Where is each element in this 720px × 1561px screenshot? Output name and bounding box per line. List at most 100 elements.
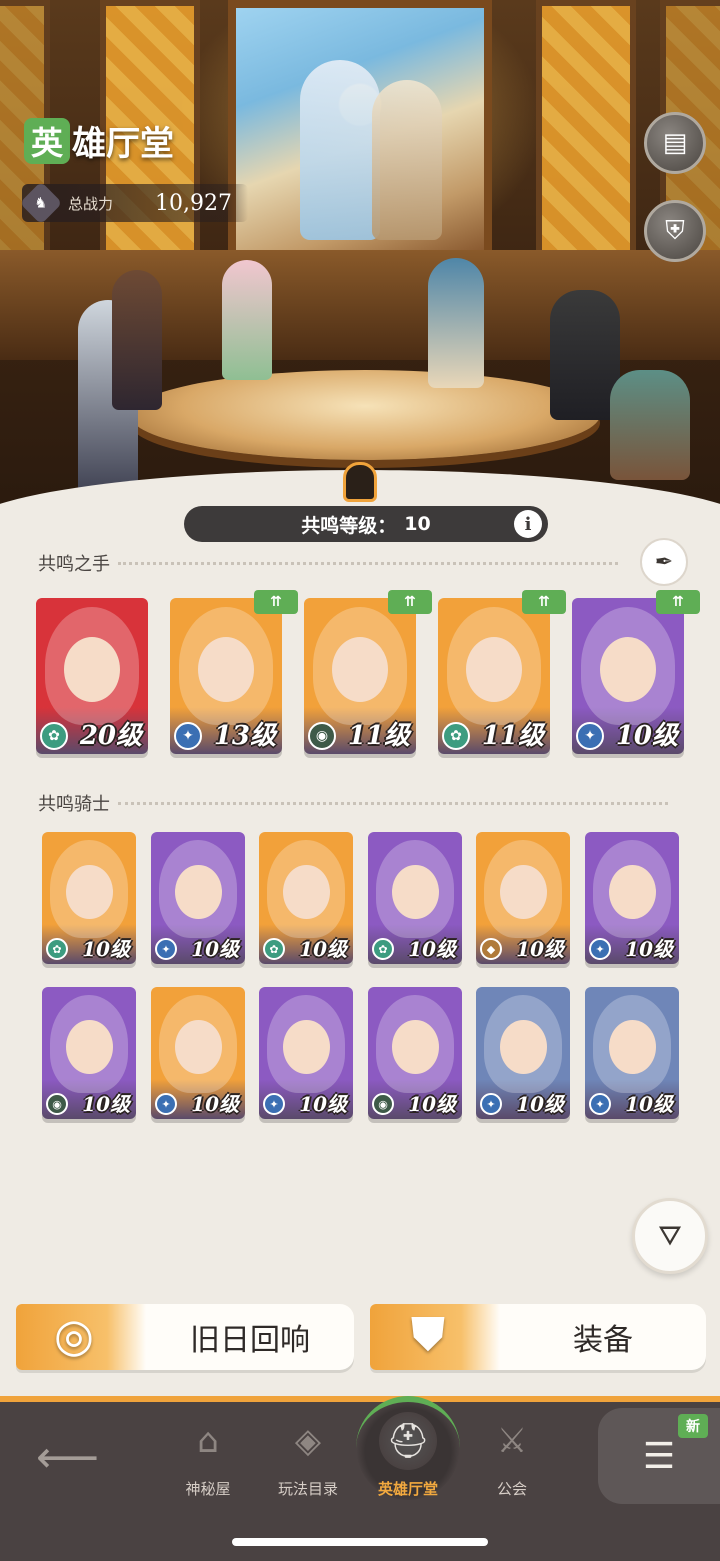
old-echoes-label: 旧日回响 [190,1323,310,1358]
hero-level: 10级 [408,1092,456,1116]
upgrade-arrows-icon: ⇈ [254,590,298,614]
filter-button[interactable]: ⛛ [632,1198,708,1274]
total-power-bar: ♞ 总战力 10,927 [19,181,248,225]
nav-label: 玩法目录 [277,1480,338,1498]
hero-portrait-face [608,864,656,920]
guild-icon: ⚔ [496,1421,528,1461]
hero-card[interactable]: ◆ 10级 [476,832,570,964]
home-indicator[interactable] [232,1538,488,1546]
power-icon: ♞ [19,181,63,225]
leaf-icon: ✿ [46,938,68,960]
hero-character[interactable] [112,270,162,410]
bottom-nav: ⟵ ⌂ 神秘屋 ◈ 玩法目录 ⛑ 英雄厅堂 ⚔ 公会 ☰ 新 [0,1396,720,1561]
armor-icon: ⛨ [665,215,685,246]
quill-icon: ✒ [654,549,674,575]
section-hands-label: 共鸣之手 [38,554,110,575]
nav-guild[interactable]: ⚔ 公会 [462,1412,562,1512]
hero-portrait-face [499,1019,547,1075]
hero-card[interactable]: ◉ 10级 [368,987,462,1119]
eye-icon: ◉ [46,1093,68,1115]
codex-book-button[interactable]: ▤ [644,112,706,174]
hero-character[interactable] [610,370,690,480]
hero-level: 10级 [516,1092,564,1116]
menu-button[interactable]: ☰ 新 [598,1408,720,1504]
star-icon: ✦ [576,722,604,750]
hero-portrait-face [466,637,522,703]
hero-level: 10级 [82,1092,130,1116]
dotted-divider [118,801,668,805]
nav-gameplay-catalog[interactable]: ◈ 玩法目录 [258,1412,358,1512]
leaf-icon: ✿ [372,938,394,960]
mural-figure [372,80,442,240]
hero-portrait-face [174,1019,222,1075]
resonance-level-bar: 共鸣等级： 10 i [184,506,548,542]
nav-hero-hall[interactable]: ⛑ 英雄厅堂 [358,1412,458,1512]
info-icon[interactable]: i [514,510,542,538]
title-badge: 英 [24,117,70,164]
leaf-icon: ✿ [263,938,285,960]
hero-card[interactable]: ✿ 10级 [259,832,353,964]
hero-card[interactable]: ✿ 11级 [438,598,550,754]
book-icon: ▤ [662,128,688,158]
equipment-button[interactable]: ⛊ 装备 [370,1304,706,1370]
hero-level: 10级 [625,937,673,961]
hero-card[interactable]: ✦ 10级 [476,987,570,1119]
hero-level: 10级 [191,1092,239,1116]
mural-figure [300,60,380,240]
star-icon: ✦ [263,1093,285,1115]
house-icon: ⌂ [197,1421,219,1461]
hero-character[interactable] [222,260,272,380]
hero-portrait-face [600,637,656,703]
filter-icon: ⛛ [658,1219,682,1252]
hero-level: 11级 [347,721,410,751]
page-title: 英 雄厅堂 [24,116,174,165]
helmet-emblem-icon [343,462,377,502]
back-arrow-icon[interactable]: ⟵ [36,1432,99,1483]
hero-card[interactable]: ✿ 10级 [368,832,462,964]
hero-portrait-face [198,637,254,703]
hero-portrait-face [65,864,113,920]
stained-window [536,0,636,280]
hero-level: 13级 [213,721,276,751]
resonance-value: 10 [404,513,431,535]
armor-button[interactable]: ⛨ [644,200,706,262]
quill-button[interactable]: ✒ [640,538,688,586]
hero-card[interactable]: ✦ 10级 [151,987,245,1119]
leaf-icon: ✿ [40,722,68,750]
ring-icon: ◎ [53,1308,95,1362]
hero-card[interactable]: ✦ 10级 [151,832,245,964]
nav-mystery-house[interactable]: ⌂ 神秘屋 [158,1412,258,1512]
star-icon: ✦ [480,1093,502,1115]
hero-level: 10级 [191,937,239,961]
power-value: 10,927 [155,190,232,216]
book-lock-icon: ◈ [294,1421,322,1461]
hero-card[interactable]: ✿ 10级 [42,832,136,964]
hero-card[interactable]: ✦ 10级 [572,598,684,754]
upgrade-arrows-icon: ⇈ [522,590,566,614]
resonance-label: 共鸣等级： [301,514,397,537]
star-icon: ✦ [155,938,177,960]
hero-card[interactable]: ◉ 10级 [42,987,136,1119]
eye-icon: ◉ [372,1093,394,1115]
hero-character[interactable] [428,258,484,388]
hero-level: 10级 [299,1092,347,1116]
hero-card[interactable]: ✿ 20级 [36,598,148,754]
nav-label: 公会 [496,1480,527,1498]
hero-card[interactable]: ✦ 10级 [259,987,353,1119]
hero-card[interactable]: ◉ 11级 [304,598,416,754]
hero-level: 10级 [82,937,130,961]
hero-level: 10级 [615,721,678,751]
hero-card[interactable]: ✦ 13级 [170,598,282,754]
hero-portrait-face [282,1019,330,1075]
leaf-icon: ✿ [442,722,470,750]
upgrade-arrows-icon: ⇈ [388,590,432,614]
dotted-divider [118,561,618,565]
nav-label: 神秘屋 [185,1480,231,1498]
hero-card[interactable]: ✦ 10级 [585,987,679,1119]
old-echoes-button[interactable]: ◎ 旧日回响 [16,1304,354,1370]
hero-portrait-face [282,864,330,920]
hero-card[interactable]: ✦ 10级 [585,832,679,964]
hero-portrait-face [332,637,388,703]
hero-portrait-face [499,864,547,920]
hero-portrait-face [608,1019,656,1075]
